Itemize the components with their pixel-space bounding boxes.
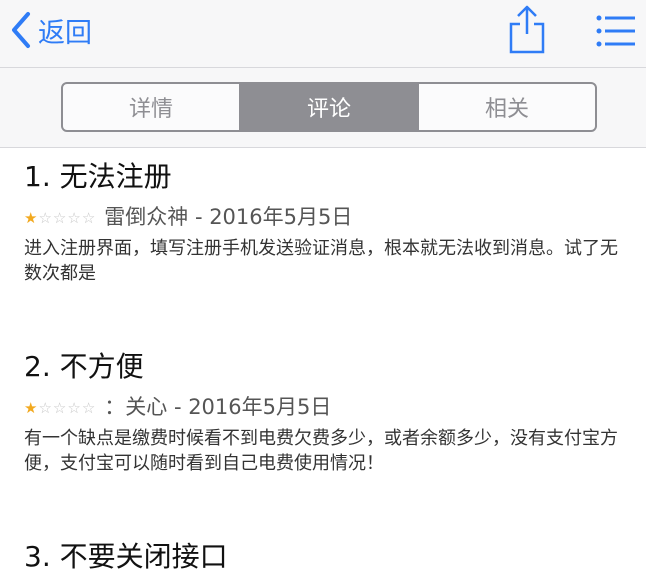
- review-body: 有一个缺点是缴费时候看不到电费欠费多少，或者余额多少，没有支付宝方便，支付宝可以…: [24, 428, 618, 474]
- star-filled-icon: ★: [24, 398, 38, 417]
- navigation-bar: 返回: [0, 0, 646, 68]
- star-empty-icon: ☆: [38, 398, 52, 417]
- share-icon: [509, 5, 545, 54]
- review-title: 3. 不要关闭接口: [24, 540, 228, 573]
- segmented-control: 详情 评论 相关: [61, 82, 597, 132]
- segment-bar: 详情 评论 相关: [0, 68, 646, 148]
- star-empty-icon: ☆: [81, 208, 96, 227]
- tab-reviews[interactable]: 评论: [239, 84, 417, 130]
- star-empty-icon: ☆: [52, 398, 67, 417]
- review-item: 2. 不方便 ★ ☆ ☆ ☆ ☆ ：关心 - 2016年5月5日 有一个缺点是缴费时候看…: [24, 350, 634, 476]
- star-rating: ★ ☆ ☆ ☆ ☆: [24, 398, 96, 417]
- list-menu-icon: [596, 15, 635, 47]
- list-menu-button[interactable]: [596, 14, 636, 48]
- tab-details[interactable]: 详情: [63, 84, 239, 130]
- back-label: 返回: [38, 17, 92, 49]
- tab-related[interactable]: 相关: [417, 84, 595, 130]
- chevron-left-icon: [12, 12, 30, 48]
- review-author-date: 雷倒众神 - 2016年5月5日: [104, 205, 353, 229]
- star-filled-icon: ★: [24, 208, 38, 227]
- star-rating: ★ ☆ ☆ ☆ ☆: [24, 208, 96, 227]
- star-empty-icon: ☆: [81, 398, 96, 417]
- review-title: 1. 无法注册: [24, 160, 172, 193]
- star-empty-icon: ☆: [38, 208, 52, 227]
- review-author-date: ：关心 - 2016年5月5日: [104, 395, 332, 419]
- back-button[interactable]: 返回: [8, 8, 92, 52]
- star-empty-icon: ☆: [67, 398, 81, 417]
- star-empty-icon: ☆: [52, 208, 67, 227]
- review-item: 1. 无法注册 ★ ☆ ☆ ☆ ☆ 雷倒众神 - 2016年5月5日 进入注册界面，填写…: [24, 160, 634, 286]
- review-meta: ★ ☆ ☆ ☆ ☆ 雷倒众神 - 2016年5月5日: [24, 202, 634, 230]
- review-item: 3. 不要关闭接口: [24, 540, 634, 574]
- review-meta: ★ ☆ ☆ ☆ ☆ ：关心 - 2016年5月5日: [24, 392, 634, 420]
- review-body: 进入注册界面，填写注册手机发送验证消息，根本就无法收到消息。试了无数次都是: [24, 238, 618, 284]
- share-button[interactable]: [506, 4, 548, 56]
- review-title: 2. 不方便: [24, 350, 144, 383]
- star-empty-icon: ☆: [67, 208, 81, 227]
